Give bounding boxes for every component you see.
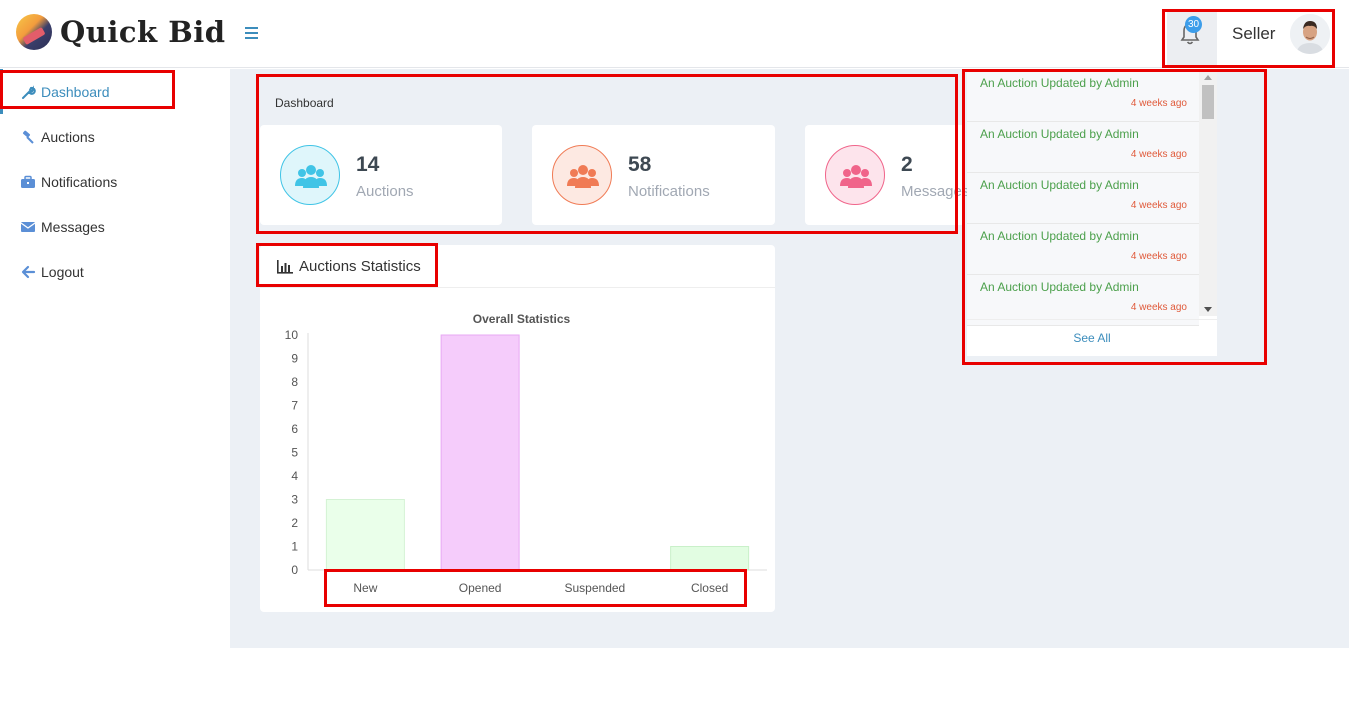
x-tick-label: Closed bbox=[691, 581, 728, 595]
notification-text: An Auction Updated by Admin bbox=[980, 280, 1139, 294]
y-tick-label: 0 bbox=[291, 563, 298, 577]
stat-value: 2 bbox=[901, 153, 913, 176]
notification-text: An Auction Updated by Admin bbox=[980, 229, 1139, 243]
breadcrumb: Dashboard bbox=[275, 96, 334, 110]
notification-text: An Auction Updated by Admin bbox=[980, 127, 1139, 141]
stat-card-notifications[interactable]: 58 Notifications bbox=[532, 125, 775, 225]
x-tick-label: New bbox=[353, 581, 377, 595]
users-icon bbox=[552, 145, 612, 205]
sidebar-item-auctions[interactable]: Auctions bbox=[20, 127, 95, 147]
y-tick-label: 10 bbox=[285, 328, 299, 342]
y-tick-label: 9 bbox=[291, 352, 298, 366]
user-avatar[interactable] bbox=[1290, 14, 1330, 54]
notification-time: 4 weeks ago bbox=[1130, 302, 1187, 313]
brand-name: Quick Bid bbox=[60, 15, 226, 49]
notification-time: 4 weeks ago bbox=[1130, 149, 1187, 160]
wrench-icon bbox=[22, 85, 36, 99]
user-avatar-image bbox=[1290, 14, 1330, 54]
scroll-thumb[interactable] bbox=[1202, 85, 1214, 119]
stat-value: 14 bbox=[356, 153, 380, 176]
brand-logo[interactable]: Quick Bid bbox=[16, 14, 226, 50]
notification-time: 4 weeks ago bbox=[1130, 251, 1187, 262]
notifications-dropdown: An Auction Updated by Admin 4 weeks ago … bbox=[967, 71, 1217, 356]
gavel-icon bbox=[22, 130, 34, 144]
sidebar-item-notifications[interactable]: Notifications bbox=[20, 172, 117, 192]
y-tick-label: 4 bbox=[291, 469, 298, 483]
bar[interactable] bbox=[440, 334, 520, 571]
briefcase-icon bbox=[21, 175, 35, 188]
scroll-up-arrow-icon[interactable] bbox=[1204, 75, 1212, 80]
notification-item[interactable]: An Auction Updated by Admin 4 weeks ago bbox=[967, 173, 1199, 224]
sidebar bbox=[0, 69, 230, 716]
notification-text: An Auction Updated by Admin bbox=[980, 178, 1139, 192]
sidebar-item-dashboard[interactable]: Dashboard bbox=[20, 82, 110, 102]
y-tick-label: 3 bbox=[291, 493, 298, 507]
sidebar-item-label: Dashboard bbox=[41, 84, 110, 100]
sidebar-item-label: Logout bbox=[41, 264, 84, 280]
stat-value: 58 bbox=[628, 153, 652, 176]
y-tick-label: 5 bbox=[291, 446, 298, 460]
y-tick-label: 2 bbox=[291, 516, 298, 530]
y-tick-label: 7 bbox=[291, 399, 298, 413]
notification-count-badge: 30 bbox=[1185, 16, 1202, 33]
sidebar-active-indicator bbox=[0, 69, 3, 114]
user-role-label[interactable]: Seller bbox=[1232, 24, 1275, 44]
bar[interactable] bbox=[670, 546, 750, 571]
x-tick-label: Opened bbox=[459, 581, 502, 595]
stat-label: Auctions bbox=[356, 183, 414, 200]
bar[interactable] bbox=[325, 499, 405, 571]
notifications-scrollbar[interactable] bbox=[1199, 71, 1217, 316]
envelope-icon bbox=[20, 222, 36, 232]
stat-card-auctions[interactable]: 14 Auctions bbox=[260, 125, 502, 225]
menu-toggle-icon[interactable] bbox=[245, 27, 258, 39]
notification-time: 4 weeks ago bbox=[1130, 200, 1187, 211]
x-tick-label: Suspended bbox=[565, 581, 626, 595]
notification-text: An Auction Updated by Admin bbox=[980, 76, 1139, 90]
notification-item[interactable]: An Auction Updated by Admin 4 weeks ago bbox=[967, 71, 1199, 122]
y-tick-label: 1 bbox=[291, 540, 298, 554]
stat-label: Messages bbox=[901, 183, 970, 200]
sidebar-item-label: Notifications bbox=[41, 174, 118, 190]
see-all-link[interactable]: See All bbox=[967, 319, 1217, 356]
stat-label: Notifications bbox=[628, 183, 710, 200]
sidebar-item-label: Messages bbox=[41, 219, 105, 235]
overall-statistics-chart: 0 1 2 3 4 5 6 7 8 9 10 New Opened Suspended Closed bbox=[285, 328, 767, 595]
sidebar-item-logout[interactable]: Logout bbox=[20, 262, 84, 282]
scroll-down-arrow-icon[interactable] bbox=[1204, 307, 1212, 312]
arrow-left-icon bbox=[21, 265, 36, 279]
sidebar-item-messages[interactable]: Messages bbox=[20, 217, 105, 237]
notification-item[interactable]: An Auction Updated by Admin 4 weeks ago bbox=[967, 122, 1199, 173]
y-tick-label: 6 bbox=[291, 422, 298, 436]
y-tick-label: 8 bbox=[291, 375, 298, 389]
users-icon bbox=[825, 145, 885, 205]
notification-time: 4 weeks ago bbox=[1130, 98, 1187, 109]
gavel-logo-icon bbox=[16, 14, 52, 50]
notification-bell-button[interactable]: 30 bbox=[1167, 12, 1217, 66]
users-icon bbox=[280, 145, 340, 205]
notification-item[interactable]: An Auction Updated by Admin 4 weeks ago bbox=[967, 224, 1199, 275]
sidebar-item-label: Auctions bbox=[41, 129, 95, 145]
auctions-statistics-panel: Auctions Statistics Overall Statistics 0… bbox=[260, 245, 775, 612]
stat-card-messages[interactable]: 2 Messages bbox=[805, 125, 969, 225]
top-bar: Quick Bid bbox=[0, 0, 1349, 68]
